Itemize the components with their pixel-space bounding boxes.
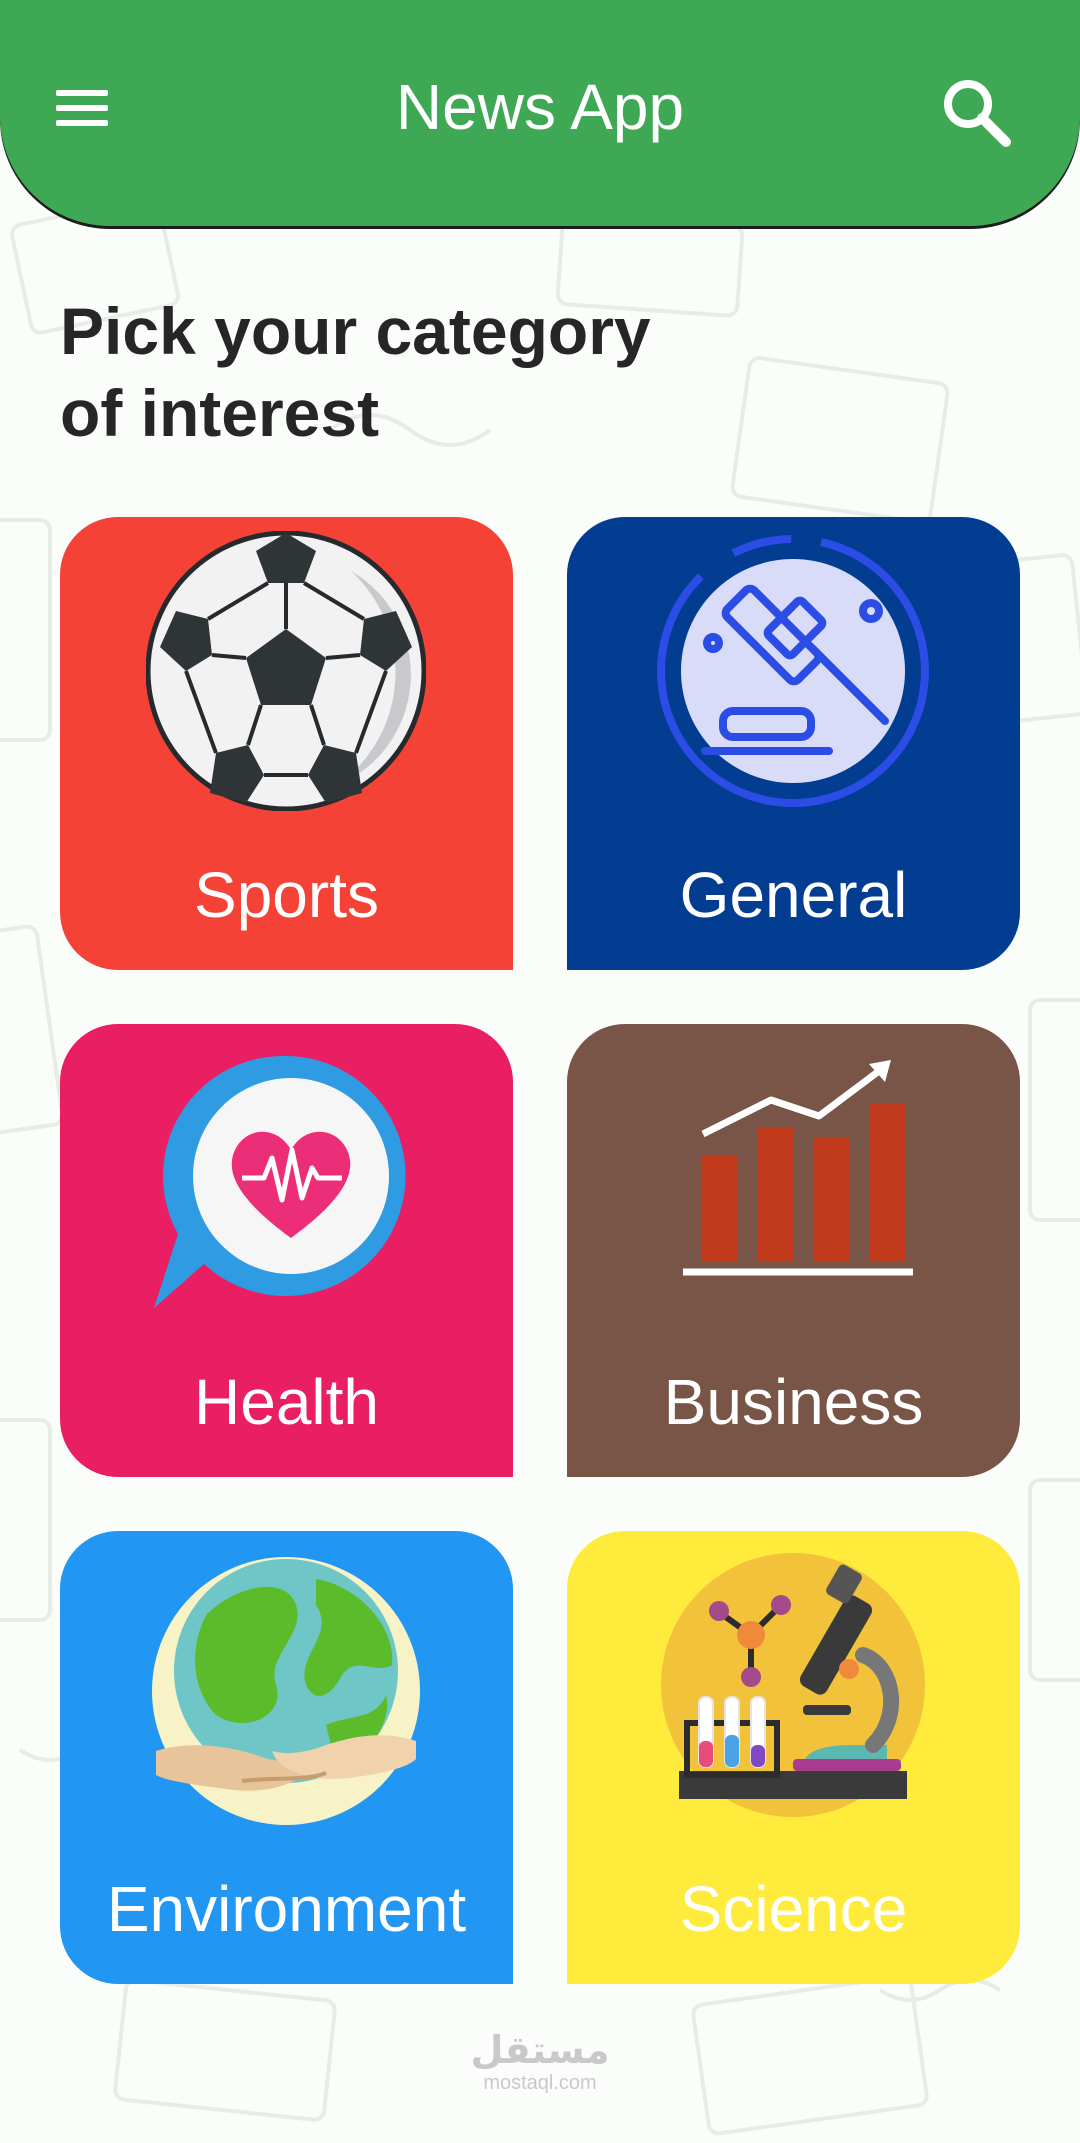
category-label: Sports bbox=[194, 859, 379, 931]
app-bar: News App bbox=[0, 0, 1080, 226]
search-icon bbox=[944, 80, 1011, 147]
category-card-general[interactable]: General bbox=[567, 517, 1020, 970]
gavel-icon bbox=[657, 535, 929, 807]
soccer-ball-icon bbox=[146, 531, 426, 811]
category-label: Health bbox=[194, 1366, 379, 1438]
page-heading: Pick your category of interest bbox=[60, 290, 820, 454]
category-grid: Sports General Health Business Environme… bbox=[60, 517, 1020, 1984]
watermark-latin-text: mostaql.com bbox=[483, 2072, 597, 2094]
category-card-environment[interactable]: Environment bbox=[60, 1531, 513, 1984]
heart-pulse-icon bbox=[154, 1055, 406, 1308]
app-title: News App bbox=[395, 71, 685, 143]
bar-chart-growth-icon bbox=[683, 1060, 913, 1276]
search-button[interactable] bbox=[936, 72, 1016, 152]
category-card-health[interactable]: Health bbox=[60, 1024, 513, 1477]
page-heading-line-2: of interest bbox=[60, 376, 380, 450]
category-label: Business bbox=[663, 1366, 924, 1438]
category-label: Environment bbox=[106, 1873, 467, 1945]
category-card-business[interactable]: Business bbox=[567, 1024, 1020, 1477]
earth-in-hands-icon bbox=[152, 1557, 420, 1825]
watermark-logo: مستقل mostaql.com bbox=[440, 2028, 640, 2094]
microscope-lab-icon bbox=[661, 1553, 925, 1817]
category-card-science[interactable]: Science bbox=[567, 1531, 1020, 1984]
category-label: General bbox=[679, 859, 908, 931]
category-card-sports[interactable]: Sports bbox=[60, 517, 513, 970]
category-label: Science bbox=[679, 1873, 908, 1945]
page-heading-line-1: Pick your category bbox=[60, 294, 651, 368]
watermark-arabic-text: مستقل bbox=[470, 2028, 610, 2072]
